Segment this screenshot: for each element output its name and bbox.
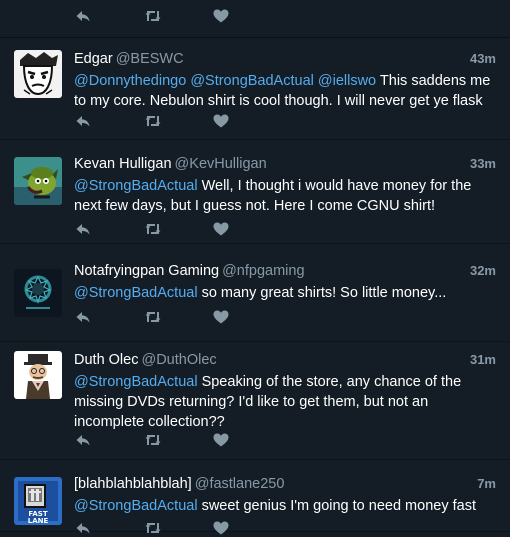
timestamp[interactable]: 33m	[470, 156, 496, 171]
kevan-avatar[interactable]	[14, 157, 62, 205]
heart-icon[interactable]	[212, 112, 230, 130]
mention-link[interactable]: @StrongBadActual	[74, 374, 198, 390]
tweet-header: Edgar @BESWC 43m	[74, 51, 496, 71]
timestamp[interactable]: 31m	[470, 352, 496, 367]
tweet-text: @StrongBadActual Well, I thought i would…	[74, 176, 494, 216]
tweet-header: [blahblahblahblah] @fastlane250 7m	[74, 476, 496, 496]
tweet-header: Notafryingpan Gaming @nfpgaming 32m	[74, 263, 496, 283]
heart-icon[interactable]	[212, 519, 230, 537]
author-handle[interactable]: @DuthOlec	[141, 352, 216, 368]
author-handle[interactable]: @nfpgaming	[222, 263, 304, 279]
edgar-avatar[interactable]	[14, 50, 62, 98]
timestamp[interactable]: 43m	[470, 51, 496, 66]
mention-link[interactable]: @StrongBadActual	[190, 73, 314, 89]
retweet-icon[interactable]	[144, 308, 162, 326]
tweet[interactable]: Edgar @BESWC 43m @Donnythedingo @StrongBadA…	[0, 38, 510, 140]
author-handle[interactable]: @BESWC	[116, 51, 184, 67]
author-name[interactable]: Notafryingpan Gaming	[74, 263, 219, 279]
reply-icon[interactable]	[74, 308, 92, 326]
tweet[interactable]: Kevan Hulligan @KevHulligan 33m @StrongBadA…	[0, 141, 510, 244]
fastlane-avatar[interactable]: FAST LANE	[14, 477, 62, 525]
reply-icon[interactable]	[74, 7, 92, 25]
author-handle[interactable]: @fastlane250	[195, 476, 285, 492]
heart-icon[interactable]	[212, 220, 230, 238]
author-name[interactable]: Edgar	[74, 51, 113, 67]
tweet-text: @StrongBadActual so many great shirts! S…	[74, 283, 494, 303]
heart-icon[interactable]	[212, 308, 230, 326]
retweet-icon[interactable]	[144, 431, 162, 449]
fastlane-avatar-label-2: LANE	[28, 517, 49, 525]
tweet-header: Duth Olec @DuthOlec 31m	[74, 352, 496, 372]
tweet-text: @StrongBadActual sweet genius I'm going …	[74, 496, 494, 516]
reply-icon[interactable]	[74, 220, 92, 238]
retweet-icon[interactable]	[144, 519, 162, 537]
tweet-text: @Donnythedingo @StrongBadActual @iellswo…	[74, 71, 494, 111]
tweet-text-segment: sweet genius I'm going to need money fas…	[197, 498, 476, 514]
mention-link[interactable]: @StrongBadActual	[74, 178, 198, 194]
heart-icon[interactable]	[212, 7, 230, 25]
mention-link[interactable]: @iellswo	[318, 73, 376, 89]
heart-icon[interactable]	[212, 431, 230, 449]
tweet[interactable]: Duth Olec @DuthOlec 31m @StrongBadActual Sp…	[0, 343, 510, 460]
retweet-icon[interactable]	[144, 112, 162, 130]
author-handle[interactable]: @KevHulligan	[175, 156, 267, 172]
mention-link[interactable]: @StrongBadActual	[74, 498, 198, 514]
mention-link[interactable]: @StrongBadActual	[74, 285, 198, 301]
tweet-header: Kevan Hulligan @KevHulligan 33m	[74, 156, 496, 176]
duth-avatar[interactable]	[14, 351, 62, 399]
reply-icon[interactable]	[74, 112, 92, 130]
retweet-icon[interactable]	[144, 7, 162, 25]
retweet-icon[interactable]	[144, 220, 162, 238]
timestamp[interactable]: 7m	[477, 476, 496, 491]
tweet-text: @StrongBadActual Speaking of the store, …	[74, 372, 494, 432]
author-name[interactable]: Kevan Hulligan	[74, 156, 172, 172]
timestamp[interactable]: 32m	[470, 263, 496, 278]
reply-icon[interactable]	[74, 519, 92, 537]
reply-icon[interactable]	[74, 431, 92, 449]
mention-link[interactable]: @Donnythedingo	[74, 73, 186, 89]
tweet[interactable]: Notafryingpan Gaming @nfpgaming 32m @Strong…	[0, 245, 510, 342]
author-name[interactable]: [blahblahblahblah]	[74, 476, 192, 492]
tweet[interactable]: FAST LANE [blahblahblahblah] @fastlane250 7m…	[0, 461, 510, 535]
nfp-avatar[interactable]	[14, 269, 62, 317]
author-name[interactable]: Duth Olec	[74, 352, 138, 368]
tweet-text-segment: so many great shirts! So little money...	[197, 285, 447, 301]
